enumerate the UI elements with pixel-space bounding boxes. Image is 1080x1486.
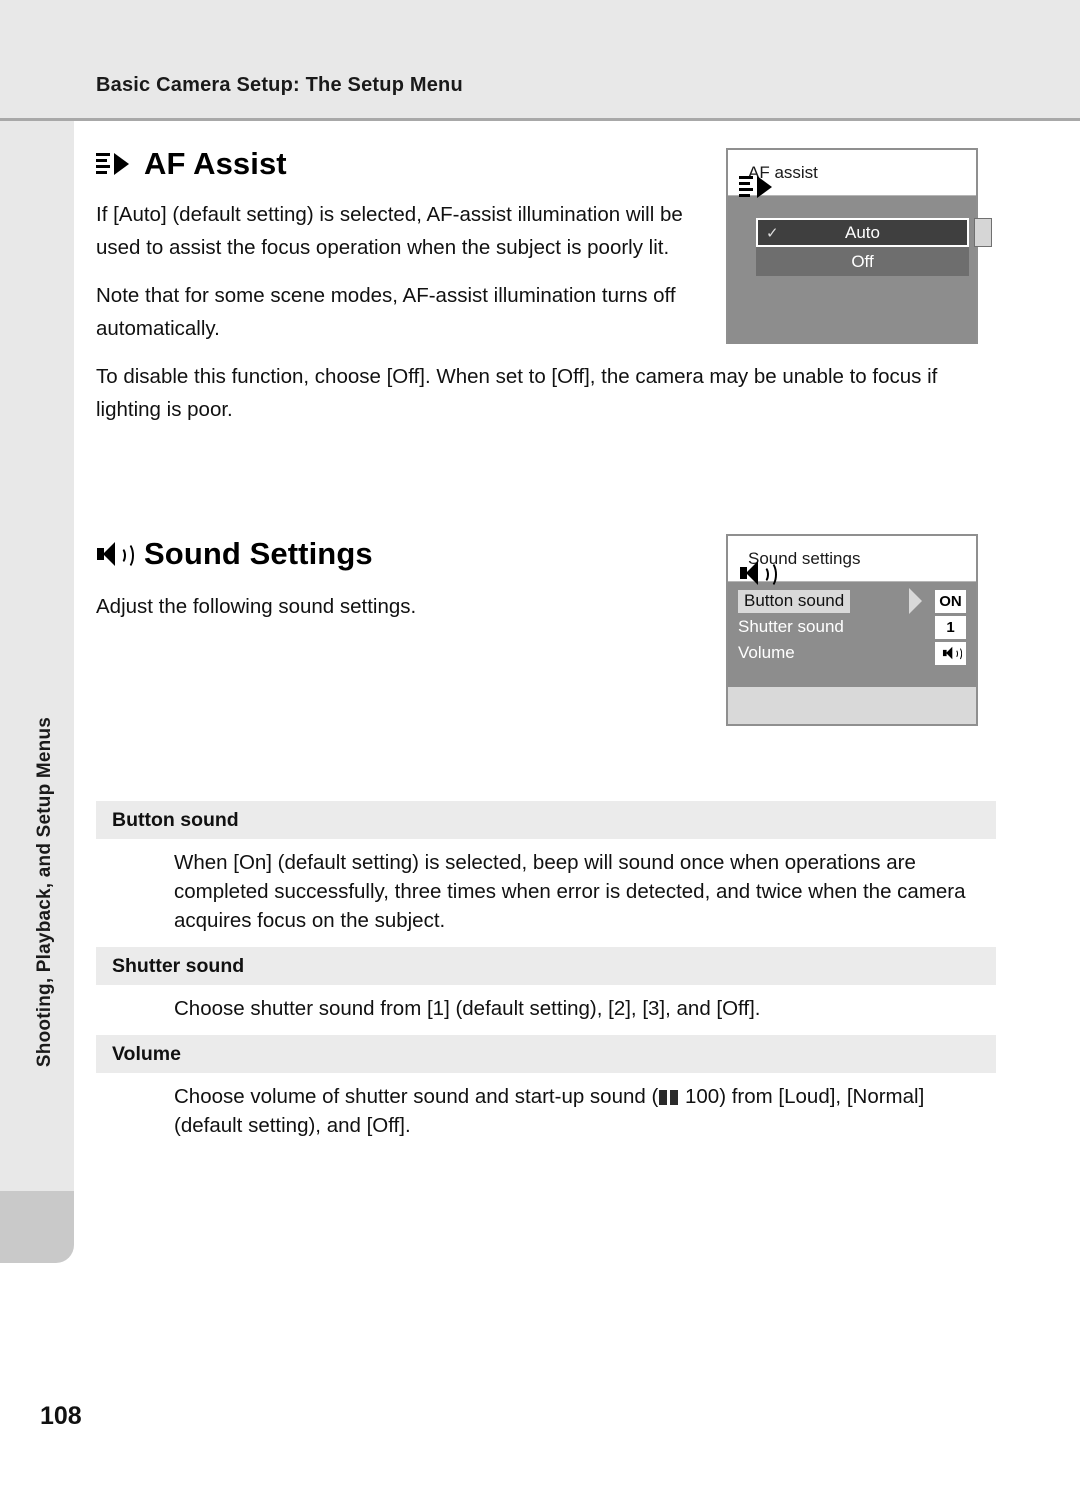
subsection-heading-shutter-sound: Shutter sound — [96, 947, 996, 985]
menu-item-label: Volume — [738, 643, 795, 662]
screen-title-bar: AF assist — [728, 150, 976, 198]
screenshot-sound-settings: Sound settings Button sound ON Shutter s… — [726, 534, 978, 726]
af-assist-paragraph-1: If [Auto] (default setting) is selected,… — [96, 203, 683, 259]
scrollbar[interactable] — [974, 218, 992, 247]
menu-item-value: ON — [935, 590, 966, 613]
subsection-heading-button-sound: Button sound — [96, 801, 996, 839]
section-title: Sound Settings — [144, 536, 373, 571]
af-assist-icon — [96, 150, 130, 178]
af-assist-paragraph-3: To disable this function, choose [Off]. … — [96, 365, 938, 421]
menu-item-value-speaker-icon — [935, 642, 966, 665]
af-assist-paragraph-2: Note that for some scene modes, AF-assis… — [96, 284, 676, 340]
chapter-tab-footer — [0, 1191, 74, 1263]
volume-body-before: Choose volume of shutter sound and start… — [174, 1085, 659, 1108]
screen-body: Button sound ON Shutter sound 1 Volume — [728, 582, 976, 687]
page-number: 108 — [40, 1402, 82, 1430]
menu-item-button-sound[interactable]: Button sound ON — [728, 588, 976, 614]
subsection-body-volume: Choose volume of shutter sound and start… — [96, 1073, 996, 1152]
subsection-body-button-sound: When [On] (default setting) is selected,… — [174, 851, 966, 932]
screen-title-bar: Sound settings — [728, 536, 976, 588]
screenshot-af-assist: AF assist ✓ Auto Off — [726, 148, 992, 344]
chevron-right-icon — [909, 588, 922, 614]
subsection-body-shutter-sound: Choose shutter sound from [1] (default s… — [174, 997, 761, 1020]
subsection-label: Button sound — [112, 808, 239, 831]
menu-item-value: 1 — [935, 616, 966, 639]
menu-item-label: Button sound — [738, 589, 851, 613]
screen-body: ✓ Auto Off — [728, 196, 992, 344]
menu-item-auto[interactable]: ✓ Auto — [756, 218, 992, 247]
subsection-heading-volume: Volume — [96, 1035, 996, 1073]
menu-item-label: Auto — [845, 222, 880, 242]
menu-item-label: Shutter sound — [738, 617, 844, 636]
header-band — [0, 0, 1080, 118]
menu-item-volume[interactable]: Volume — [728, 640, 976, 666]
check-icon: ✓ — [766, 225, 779, 242]
screen-footer — [728, 687, 976, 724]
speaker-icon — [96, 540, 134, 569]
chapter-tab: Shooting, Playback, and Setup Menus — [0, 121, 74, 1191]
sound-settings-paragraph-1: Adjust the following sound settings. — [96, 595, 417, 618]
menu-item-shutter-sound[interactable]: Shutter sound 1 — [728, 614, 976, 640]
menu-item-label: Off — [851, 251, 874, 271]
book-icon — [659, 1090, 679, 1105]
document-page: Basic Camera Setup: The Setup Menu Shoot… — [0, 0, 1080, 1486]
running-head: Basic Camera Setup: The Setup Menu — [96, 74, 463, 96]
section-title: AF Assist — [144, 146, 287, 181]
menu-item-off[interactable]: Off — [756, 247, 969, 276]
subsection-label: Volume — [112, 1042, 181, 1065]
subsection-label: Shutter sound — [112, 954, 245, 977]
header-rule — [0, 118, 1080, 121]
